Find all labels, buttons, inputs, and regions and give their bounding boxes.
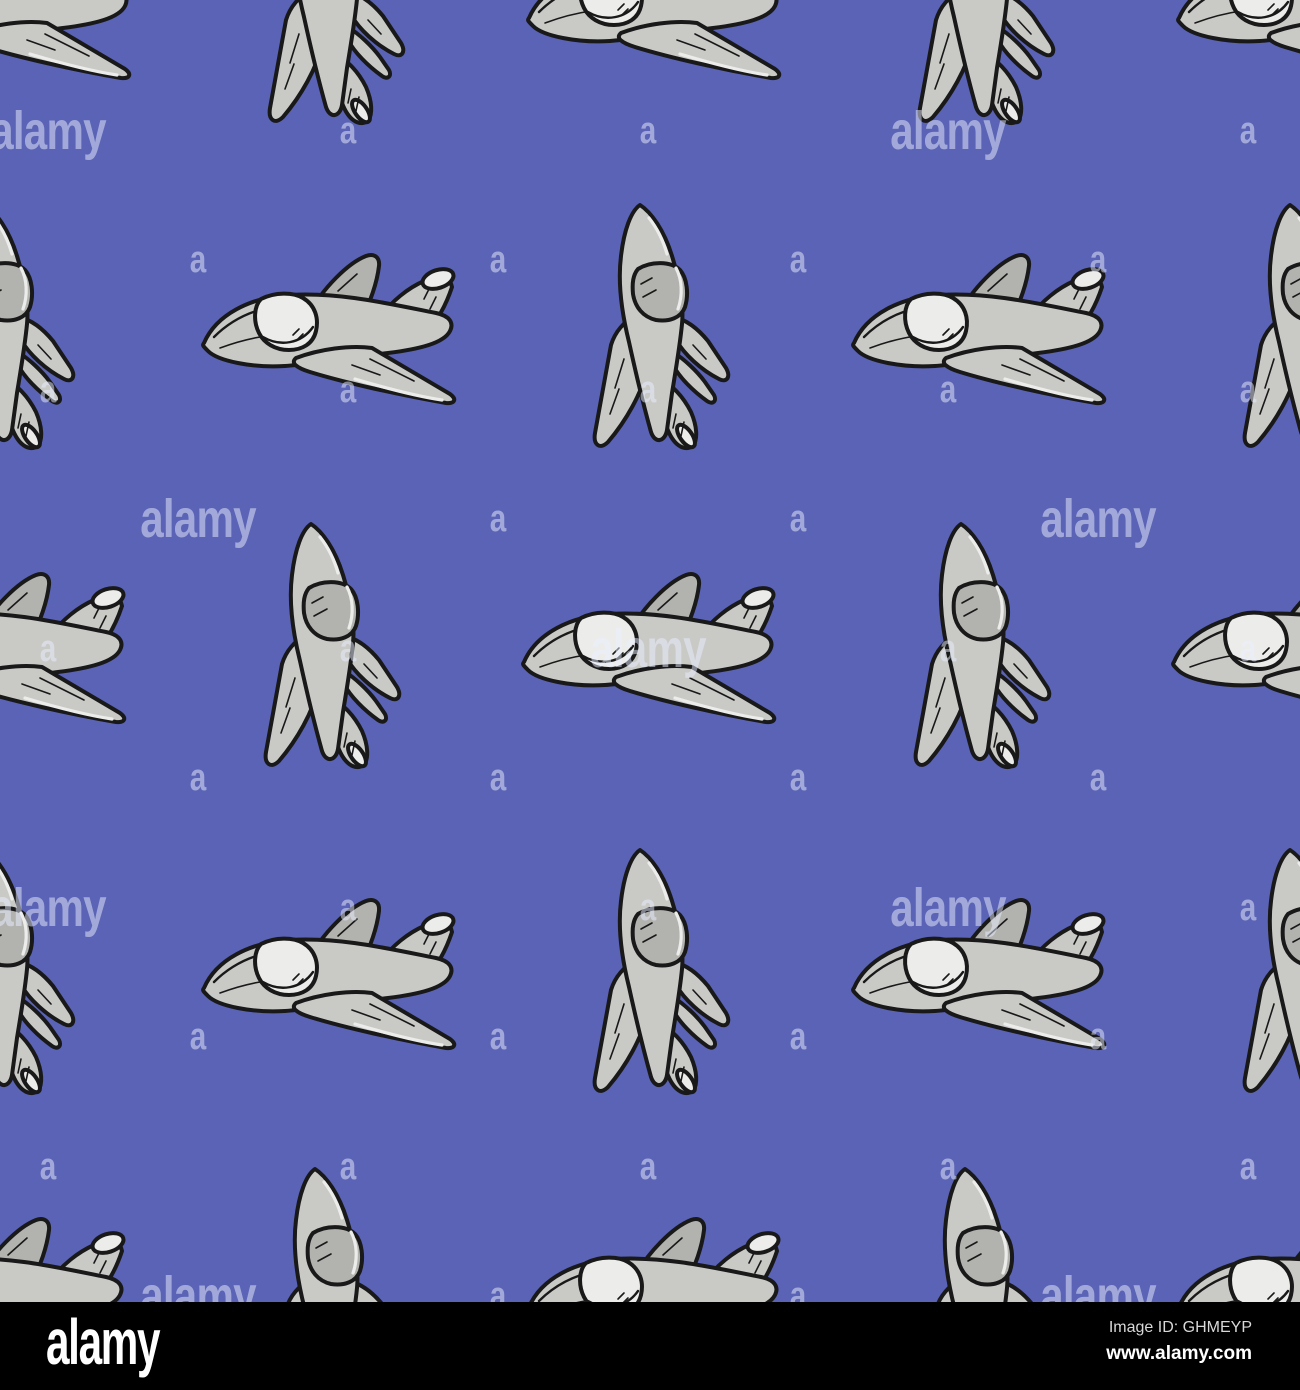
alamy-a-watermark: a (1239, 628, 1257, 670)
alamy-a-watermark: a (939, 1146, 957, 1188)
alamy-watermark: alamy (1040, 489, 1156, 549)
alamy-a-watermark: a (1239, 887, 1257, 929)
alamy-watermark: alamy (590, 619, 706, 679)
alamy-watermark: alamy (0, 101, 107, 161)
alamy-a-watermark: a (1089, 1016, 1107, 1058)
footer-info: Image ID: GHMEYP www.alamy.com (1106, 1318, 1252, 1366)
alamy-a-watermark: a (189, 1016, 207, 1058)
alamy-watermark: alamy (890, 878, 1006, 938)
alamy-a-watermark: a (639, 887, 657, 929)
website-url-text: www.alamy.com (1106, 1343, 1252, 1364)
alamy-a-watermark: a (39, 369, 57, 411)
alamy-a-watermark: a (939, 628, 957, 670)
alamy-a-watermark: a (939, 369, 957, 411)
alamy-a-watermark: a (639, 110, 657, 152)
alamy-a-watermark: a (1239, 1146, 1257, 1188)
alamy-a-watermark: a (789, 757, 807, 799)
watermark-layer: a a a alamy alamy a a a a a a a a a a a alamy alamy a a a a al… (0, 0, 1300, 1390)
alamy-logo: alamy (46, 1306, 160, 1378)
alamy-a-watermark: a (189, 239, 207, 281)
alamy-a-watermark: a (489, 239, 507, 281)
alamy-a-watermark: a (339, 887, 357, 929)
alamy-a-watermark: a (39, 1146, 57, 1188)
alamy-a-watermark: a (639, 369, 657, 411)
alamy-a-watermark: a (339, 628, 357, 670)
alamy-a-watermark: a (1239, 369, 1257, 411)
alamy-a-watermark: a (1089, 757, 1107, 799)
footer-bar: alamy Image ID: GHMEYP www.alamy.com (0, 1302, 1300, 1390)
alamy-a-watermark: a (189, 757, 207, 799)
alamy-watermark: alamy (0, 878, 107, 938)
image-id-text: Image ID: GHMEYP (1108, 1319, 1252, 1336)
stock-image-preview: a a a alamy alamy a a a a a a a a a a a alamy alamy a a a a al… (0, 0, 1300, 1390)
alamy-a-watermark: a (489, 1016, 507, 1058)
alamy-a-watermark: a (339, 110, 357, 152)
alamy-a-watermark: a (339, 369, 357, 411)
alamy-a-watermark: a (489, 757, 507, 799)
alamy-a-watermark: a (1089, 239, 1107, 281)
alamy-watermark: alamy (890, 101, 1006, 161)
alamy-a-watermark: a (789, 1016, 807, 1058)
alamy-a-watermark: a (639, 1146, 657, 1188)
alamy-a-watermark: a (39, 628, 57, 670)
alamy-watermark: alamy (140, 489, 256, 549)
alamy-a-watermark: a (339, 1146, 357, 1188)
alamy-a-watermark: a (789, 239, 807, 281)
alamy-a-watermark: a (789, 498, 807, 540)
alamy-a-watermark: a (489, 498, 507, 540)
alamy-a-watermark: a (1239, 110, 1257, 152)
